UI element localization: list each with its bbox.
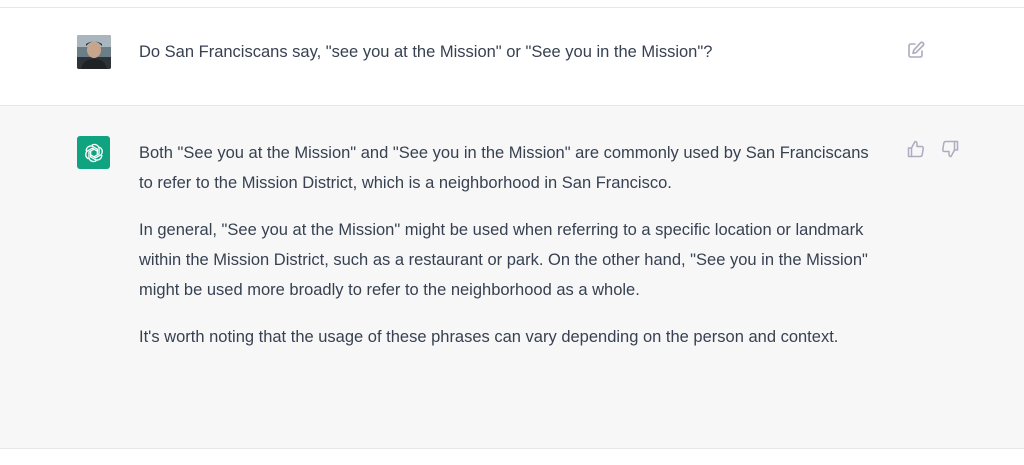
edit-icon[interactable] (906, 40, 926, 60)
assistant-response: Both "See you at the Mission" and "See y… (139, 138, 879, 369)
thumbs-down-icon[interactable] (940, 139, 960, 159)
response-paragraph: In general, "See you at the Mission" mig… (139, 221, 868, 299)
thumbs-up-icon[interactable] (906, 139, 926, 159)
chat-page: Do San Franciscans say, "see you at the … (0, 0, 1024, 465)
response-paragraph: Both "See you at the Mission" and "See y… (139, 144, 869, 192)
user-message-text: Do San Franciscans say, "see you at the … (139, 43, 713, 61)
response-paragraph: It's worth noting that the usage of thes… (139, 328, 839, 346)
openai-logo-icon (77, 136, 110, 169)
user-message-row: Do San Franciscans say, "see you at the … (0, 8, 1024, 106)
user-avatar (77, 35, 111, 69)
user-avatar-photo (77, 35, 111, 69)
assistant-message-row: Both "See you at the Mission" and "See y… (0, 106, 1024, 449)
